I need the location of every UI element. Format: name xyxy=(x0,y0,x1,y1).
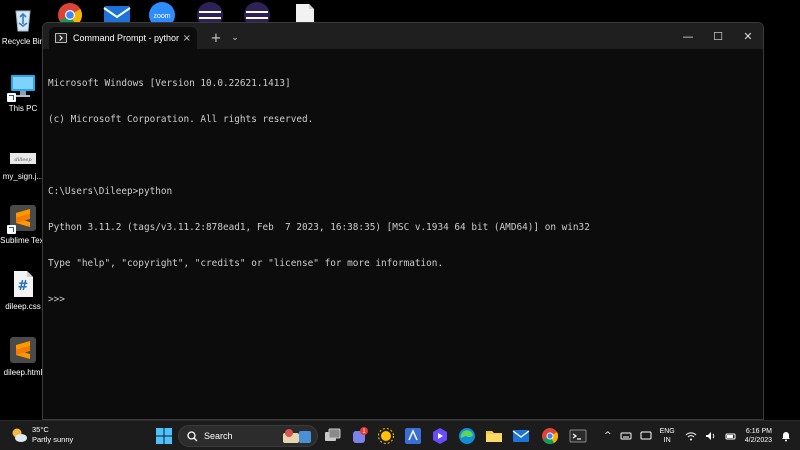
console-line: (c) Microsoft Corporation. All rights re… xyxy=(48,114,314,125)
system-tray: ^ ENG IN 6:16 PM 4/2/2023 xyxy=(604,421,800,450)
desktop-icon-label: Sublime Text xyxy=(0,236,46,245)
minimize-button[interactable]: — xyxy=(673,23,703,49)
taskbar-search[interactable]: Search xyxy=(178,425,318,447)
desktop-icon-sublime-text[interactable]: Sublime Text xyxy=(0,204,46,245)
desktop-icon-this-pc[interactable]: This PC xyxy=(0,72,46,113)
weather-temp: 35°C xyxy=(32,425,49,434)
shortcut-arrow-icon xyxy=(7,225,16,234)
search-icon xyxy=(187,430,198,441)
vscode-style-icon[interactable] xyxy=(403,426,423,446)
desktop: zoom Recycle Bin This PC dilleep my_sign… xyxy=(0,0,800,420)
zoom-text: zoom xyxy=(153,13,170,20)
weather-widget[interactable]: 35°C Partly sunny xyxy=(10,425,73,445)
desktop-icon-label: my_sign.j... xyxy=(2,172,44,181)
terminal-window[interactable]: Command Prompt - python × + ⌄ — ☐ ✕ Micr… xyxy=(42,22,764,420)
search-highlight-icon xyxy=(283,429,311,443)
taskbar: 35°C Partly sunny Search 1 ^ ENG IN 6:16… xyxy=(0,420,800,450)
desktop-icon-label: Recycle Bin xyxy=(1,37,45,46)
search-label: Search xyxy=(204,431,233,441)
console-line: C:\Users\Dileep>python xyxy=(48,186,173,197)
css-file-icon: # xyxy=(9,270,37,298)
media-app-icon[interactable] xyxy=(430,426,450,446)
clock-time: 6:16 PM xyxy=(745,428,772,435)
console-prompt[interactable]: >>> xyxy=(48,294,758,306)
clock[interactable]: 6:16 PM 4/2/2023 xyxy=(745,427,772,445)
tab-close-icon[interactable]: × xyxy=(183,33,191,44)
notification-bell-icon[interactable] xyxy=(780,430,792,442)
desktop-icon-recycle-bin[interactable]: Recycle Bin xyxy=(0,5,46,46)
desktop-icon-dileep-css[interactable]: # dileep.css xyxy=(0,270,46,311)
battery-icon[interactable] xyxy=(725,431,737,441)
console-line: Type "help", "copyright", "credits" or "… xyxy=(48,258,444,269)
desktop-icon-label: dileep.html xyxy=(3,368,43,377)
console-output[interactable]: Microsoft Windows [Version 10.0.22621.14… xyxy=(43,49,763,335)
wifi-icon[interactable] xyxy=(685,431,697,441)
task-view-icon[interactable] xyxy=(322,426,342,446)
tab-dropdown-button[interactable]: ⌄ xyxy=(227,27,243,49)
lang-region: IN xyxy=(663,437,671,444)
maximize-button[interactable]: ☐ xyxy=(703,23,733,49)
terminal-taskbar-icon[interactable] xyxy=(568,426,588,446)
tab-command-prompt[interactable]: Command Prompt - python × xyxy=(49,27,197,49)
lang-code: ENG xyxy=(659,428,675,435)
mail-app-icon[interactable] xyxy=(511,426,531,446)
tab-title: Command Prompt - python xyxy=(72,33,179,43)
display-icon[interactable] xyxy=(640,431,652,441)
console-line: Python 3.11.2 (tags/v3.11.2:878ead1, Feb… xyxy=(48,222,590,233)
thumb-signature-text: dilleep xyxy=(14,157,32,163)
desktop-icon-dileep-html[interactable]: dileep.html xyxy=(0,336,46,377)
monitor-icon xyxy=(7,72,37,102)
chrome-taskbar-icon[interactable] xyxy=(540,426,560,446)
css-hash-glyph: # xyxy=(18,279,29,294)
sublime-html-file-icon xyxy=(9,336,37,364)
edge-icon[interactable] xyxy=(457,426,477,446)
recycle-bin-icon xyxy=(9,5,37,33)
language-indicator[interactable]: ENG IN xyxy=(660,427,675,445)
sublime-text-icon xyxy=(7,204,37,234)
weather-desc: Partly sunny xyxy=(32,435,74,444)
teams-icon[interactable]: 1 xyxy=(350,426,370,446)
partly-sunny-icon xyxy=(10,427,28,443)
console-line: Microsoft Windows [Version 10.0.22621.14… xyxy=(48,78,291,89)
image-thumbnail-icon: dilleep xyxy=(9,148,37,168)
terminal-icon xyxy=(55,33,67,43)
new-tab-button[interactable]: + xyxy=(205,27,227,49)
desktop-icon-my-sign[interactable]: dilleep my_sign.j... xyxy=(0,148,46,181)
tray-chevron-icon[interactable]: ^ xyxy=(604,431,612,441)
desktop-icon-label: dileep.css xyxy=(5,302,41,311)
desktop-icon-label: This PC xyxy=(8,104,38,113)
close-button[interactable]: ✕ xyxy=(733,23,763,49)
shortcut-arrow-icon xyxy=(7,93,16,102)
clock-date: 4/2/2023 xyxy=(744,437,772,444)
volume-icon[interactable] xyxy=(705,431,717,441)
start-button[interactable] xyxy=(154,426,174,446)
widget-sun-icon[interactable] xyxy=(376,426,396,446)
window-titlebar[interactable]: Command Prompt - python × + ⌄ — ☐ ✕ xyxy=(43,23,763,49)
file-explorer-icon[interactable] xyxy=(484,426,504,446)
window-controls: — ☐ ✕ xyxy=(673,23,763,49)
keyboard-icon[interactable] xyxy=(620,431,632,441)
